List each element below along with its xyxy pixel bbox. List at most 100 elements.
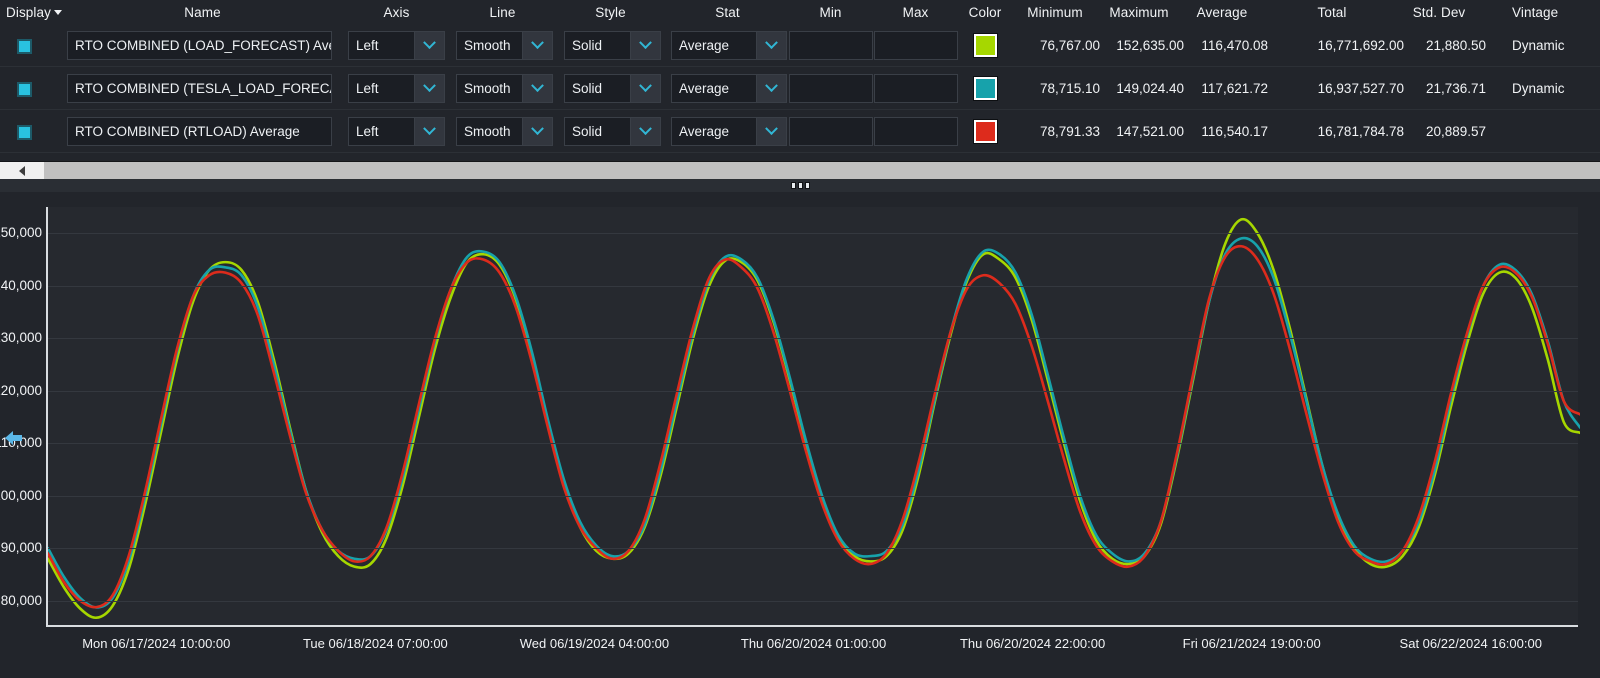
checkbox-checked-icon (16, 38, 32, 54)
panel-splitter[interactable] (0, 179, 1600, 192)
style-value: Solid (572, 124, 603, 139)
std-dev-value: 21,736.71 (1425, 81, 1486, 96)
axis-dropdown[interactable]: Left (348, 74, 445, 103)
table-row: RTO COMBINED (LOAD_FORECAST) Average Lef… (0, 24, 1600, 67)
style-value: Solid (572, 81, 603, 96)
color-swatch-button[interactable] (974, 34, 997, 57)
style-value: Solid (572, 38, 603, 53)
display-checkbox[interactable] (14, 79, 34, 99)
axis-value: Left (356, 124, 379, 139)
minimum-value: 78,715.10 (1039, 81, 1100, 96)
style-dropdown[interactable]: Solid (564, 31, 661, 60)
min-input[interactable] (789, 31, 873, 60)
chart-series-lines (48, 217, 1580, 620)
column-header-stat[interactable]: Stat (670, 5, 785, 20)
column-header-vintage[interactable]: Vintage (1512, 5, 1558, 20)
column-header-display[interactable]: Display (6, 5, 62, 20)
min-input[interactable] (789, 117, 873, 146)
series-config-table: Display Name Axis Line Style Stat Min Ma… (0, 0, 1600, 160)
max-input[interactable] (874, 31, 958, 60)
min-input[interactable] (789, 74, 873, 103)
chart-plot-area[interactable] (46, 207, 1580, 627)
line-dropdown[interactable]: Smooth (456, 117, 553, 146)
column-header-minimum[interactable]: Minimum (1014, 5, 1096, 20)
horizontal-scrollbar[interactable] (0, 161, 1600, 179)
stat-value: Average (679, 81, 730, 96)
chevron-down-icon (423, 36, 436, 50)
display-checkbox[interactable] (14, 36, 34, 56)
max-input[interactable] (874, 117, 958, 146)
axis-dropdown-button[interactable] (414, 75, 444, 102)
y-axis-tick-label: 150,000 (0, 225, 42, 241)
table-row: RTO COMBINED (TESLA_LOAD_FORECAST) Left … (0, 67, 1600, 110)
column-header-color[interactable]: Color (962, 5, 1008, 20)
column-header-style[interactable]: Style (563, 5, 658, 20)
style-dropdown-button[interactable] (630, 118, 660, 145)
y-axis-tick-label: 130,000 (0, 330, 42, 346)
stat-dropdown[interactable]: Average (671, 117, 787, 146)
checkbox-checked-icon (16, 81, 32, 97)
series-name-input[interactable]: RTO COMBINED (LOAD_FORECAST) Average (67, 31, 332, 60)
column-header-line[interactable]: Line (455, 5, 550, 20)
line-dropdown-button[interactable] (522, 118, 552, 145)
color-swatch-button[interactable] (974, 77, 997, 100)
std-dev-value: 20,889.57 (1425, 124, 1486, 139)
series-line (48, 236, 1580, 609)
x-axis-tick-label: Sat 06/22/2024 16:00:00 (1399, 636, 1542, 651)
style-dropdown[interactable]: Solid (564, 74, 661, 103)
stat-dropdown-button[interactable] (756, 118, 786, 145)
line-value: Smooth (464, 38, 511, 53)
stat-dropdown[interactable]: Average (671, 31, 787, 60)
color-swatch-button[interactable] (974, 120, 997, 143)
vintage-value: Dynamic (1512, 81, 1565, 96)
scrollbar-thumb[interactable] (44, 162, 1600, 179)
column-header-total[interactable]: Total (1288, 5, 1376, 20)
series-line (48, 217, 1580, 620)
axis-dropdown-button[interactable] (414, 118, 444, 145)
line-value: Smooth (464, 124, 511, 139)
std-dev-value: 21,880.50 (1425, 38, 1486, 53)
column-header-min[interactable]: Min (788, 5, 873, 20)
column-header-max[interactable]: Max (873, 5, 958, 20)
column-header-average[interactable]: Average (1182, 5, 1262, 20)
chevron-down-icon (765, 36, 778, 50)
column-header-axis[interactable]: Axis (348, 5, 445, 20)
display-checkbox[interactable] (14, 122, 34, 142)
axis-dropdown[interactable]: Left (348, 31, 445, 60)
column-header-maximum[interactable]: Maximum (1098, 5, 1180, 20)
average-value: 117,621.72 (1201, 81, 1268, 96)
gridline (48, 338, 1578, 340)
column-header-name[interactable]: Name (60, 5, 345, 20)
line-dropdown-button[interactable] (522, 32, 552, 59)
line-dropdown[interactable]: Smooth (456, 31, 553, 60)
style-dropdown[interactable]: Solid (564, 117, 661, 146)
gridline (48, 443, 1578, 445)
column-header-std-dev[interactable]: Std. Dev (1398, 5, 1480, 20)
max-input[interactable] (874, 74, 958, 103)
series-name-input[interactable]: RTO COMBINED (TESLA_LOAD_FORECAST) (67, 74, 332, 103)
series-name-input[interactable]: RTO COMBINED (RTLOAD) Average (67, 117, 332, 146)
line-dropdown[interactable]: Smooth (456, 74, 553, 103)
stat-dropdown-button[interactable] (756, 32, 786, 59)
line-value: Smooth (464, 81, 511, 96)
stat-value: Average (679, 38, 730, 53)
table-row: RTO COMBINED (RTLOAD) Average Left Smoot… (0, 110, 1600, 153)
y-axis-tick-label: 140,000 (0, 277, 42, 293)
line-dropdown-button[interactable] (522, 75, 552, 102)
series-line (48, 244, 1580, 609)
arrow-left-icon[interactable] (2, 428, 24, 448)
average-value: 116,540.17 (1201, 124, 1268, 139)
color-swatch (974, 77, 997, 100)
style-dropdown-button[interactable] (630, 75, 660, 102)
axis-dropdown[interactable]: Left (348, 117, 445, 146)
chevron-down-icon (423, 79, 436, 93)
style-dropdown-button[interactable] (630, 32, 660, 59)
scroll-left-button[interactable] (0, 162, 44, 179)
y-axis-tick-label: 120,000 (0, 382, 42, 398)
stat-dropdown-button[interactable] (756, 75, 786, 102)
gridline (48, 390, 1578, 392)
x-axis-tick-label: Thu 06/20/2024 01:00:00 (740, 636, 887, 651)
axis-dropdown-button[interactable] (414, 32, 444, 59)
stat-dropdown[interactable]: Average (671, 74, 787, 103)
chevron-down-icon (639, 36, 652, 50)
